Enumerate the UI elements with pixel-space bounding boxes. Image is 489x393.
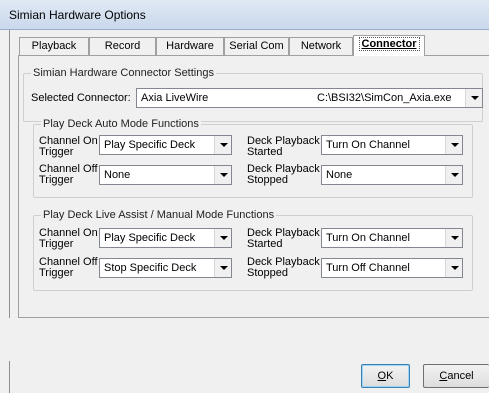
chevron-down-icon[interactable] — [445, 166, 462, 184]
auto-channel-off-select[interactable]: None — [99, 165, 232, 185]
chevron-down-icon[interactable] — [445, 259, 462, 277]
auto-channel-on-select[interactable]: Play Specific Deck — [99, 135, 232, 155]
assist-channel-off-label-line2: Trigger — [39, 267, 74, 279]
ok-button[interactable]: OK — [361, 364, 410, 388]
chevron-down-icon[interactable] — [445, 136, 462, 154]
assist-channel-off-label: Channel Off Trigger — [39, 257, 98, 279]
auto-channel-off-label: Channel Off Trigger — [39, 164, 98, 186]
assist-channel-on-label: Channel On Trigger — [39, 228, 98, 250]
selected-connector-name: Axia LiveWire — [141, 92, 209, 104]
assist-playback-started-label: Deck Playback Started — [247, 228, 320, 250]
tab-serial-com[interactable]: Serial Com — [224, 37, 289, 55]
assist-playback-stopped-value: Turn Off Channel — [326, 262, 410, 274]
auto-channel-on-label-line2: Trigger — [39, 146, 74, 158]
assist-channel-on-select[interactable]: Play Specific Deck — [99, 228, 232, 248]
cancel-button-label: ancel — [447, 370, 474, 382]
selected-connector-label: Selected Connector: — [31, 92, 131, 104]
cancel-button[interactable]: Cancel — [423, 364, 489, 388]
selected-connector-select[interactable]: Axia LiveWire C:\BSI32\SimCon_Axia.exe — [136, 88, 483, 108]
chevron-down-icon[interactable] — [214, 166, 231, 184]
assist-channel-on-value: Play Specific Deck — [104, 232, 196, 244]
dialog-footer — [9, 318, 489, 361]
ok-button-mnemonic: O — [377, 370, 387, 382]
assist-playback-started-label-line2: Started — [247, 238, 283, 250]
title-bar[interactable]: Simian Hardware Options — [0, 0, 489, 30]
auto-mode-legend: Play Deck Auto Mode Functions — [41, 118, 201, 130]
tab-playback-label: Playback — [31, 40, 77, 52]
tab-connector-label: Connector — [358, 37, 420, 51]
assist-playback-stopped-select[interactable]: Turn Off Channel — [321, 258, 463, 278]
tab-playback[interactable]: Playback — [19, 37, 89, 55]
assist-playback-stopped-label: Deck Playback Stopped — [247, 257, 320, 279]
tab-hardware-label: Hardware — [166, 40, 214, 52]
assist-channel-off-select[interactable]: Stop Specific Deck — [99, 258, 232, 278]
auto-channel-on-value: Play Specific Deck — [104, 139, 196, 151]
live-assist-legend: Play Deck Live Assist / Manual Mode Func… — [41, 209, 277, 221]
tab-network[interactable]: Network — [289, 37, 353, 55]
assist-playback-started-select[interactable]: Turn On Channel — [321, 228, 463, 248]
auto-playback-started-label-line2: Started — [247, 146, 283, 158]
auto-playback-started-select[interactable]: Turn On Channel — [321, 135, 463, 155]
auto-playback-stopped-label-line2: Stopped — [247, 174, 288, 186]
tab-record-label: Record — [104, 40, 141, 52]
assist-playback-stopped-label-line2: Stopped — [247, 267, 288, 279]
auto-channel-on-label: Channel On Trigger — [39, 136, 98, 158]
chevron-down-icon[interactable] — [214, 229, 231, 247]
connector-tab-page: Simian Hardware Connector Settings Selec… — [18, 55, 489, 318]
chevron-down-icon[interactable] — [214, 259, 231, 277]
auto-channel-off-label-line2: Trigger — [39, 174, 74, 186]
tab-connector[interactable]: Connector — [353, 35, 425, 56]
auto-playback-stopped-value: None — [326, 169, 353, 181]
auto-playback-stopped-label: Deck Playback Stopped — [247, 164, 320, 186]
tab-network-label: Network — [300, 40, 342, 52]
auto-channel-off-value: None — [104, 169, 131, 181]
connector-settings-legend: Simian Hardware Connector Settings — [31, 67, 216, 79]
options-window: Simian Hardware Options Simian Hardware … — [0, 0, 489, 393]
tab-hardware[interactable]: Hardware — [156, 37, 224, 55]
assist-channel-off-value: Stop Specific Deck — [104, 262, 197, 274]
selected-connector-path: C:\BSI32\SimCon_Axia.exe — [317, 92, 452, 104]
chevron-down-icon[interactable] — [214, 136, 231, 154]
assist-channel-on-label-line2: Trigger — [39, 238, 74, 250]
chevron-down-icon[interactable] — [445, 229, 462, 247]
tab-serial-com-label: Serial Com — [229, 40, 284, 52]
ok-button-label: K — [386, 370, 394, 382]
window-title: Simian Hardware Options — [9, 8, 146, 22]
chevron-down-icon[interactable] — [465, 89, 482, 107]
auto-playback-stopped-select[interactable]: None — [321, 165, 463, 185]
assist-playback-started-value: Turn On Channel — [326, 232, 410, 244]
auto-playback-started-label: Deck Playback Started — [247, 136, 320, 158]
tab-record[interactable]: Record — [89, 37, 156, 55]
auto-playback-started-value: Turn On Channel — [326, 139, 410, 151]
